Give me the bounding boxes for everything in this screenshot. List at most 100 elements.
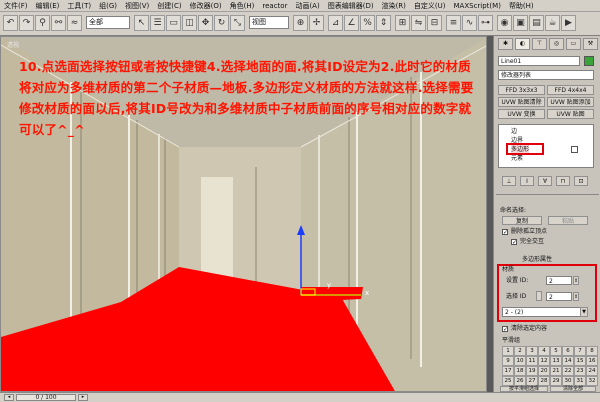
pivot-center-icon[interactable]: ⊕ [293, 15, 308, 31]
window-crossing-icon[interactable]: ◫ [182, 15, 197, 31]
sg-button[interactable]: 31 [574, 376, 586, 386]
full-interact-checkbox[interactable]: ✓ [511, 239, 517, 246]
object-name-field[interactable]: Line01 [498, 56, 580, 66]
sg-button[interactable]: 7 [574, 346, 586, 356]
select-scale-icon[interactable]: ⤡ [230, 15, 245, 31]
sg-button[interactable]: 4 [538, 346, 550, 356]
sg-button[interactable]: 15 [574, 356, 586, 366]
sg-button[interactable]: 27 [526, 376, 538, 386]
select-id-field[interactable]: 2 [546, 292, 572, 301]
paste-button[interactable]: 粘贴 [548, 216, 588, 225]
sg-button[interactable]: 24 [586, 366, 598, 376]
viewport-label[interactable]: 透视 [7, 40, 19, 49]
link-icon[interactable]: ⚲ [35, 15, 50, 31]
sg-button[interactable]: 11 [526, 356, 538, 366]
sg-button[interactable]: 5 [550, 346, 562, 356]
sg-button[interactable]: 9 [502, 356, 514, 366]
bind-space-warp-icon[interactable]: ≈ [67, 15, 82, 31]
configure-sets-icon[interactable]: ⊡ [574, 176, 588, 186]
mirror-icon[interactable]: ⇋ [411, 15, 426, 31]
modify-tab-icon[interactable]: ◐ [515, 38, 530, 50]
utilities-tab-icon[interactable]: ⚒ [583, 38, 598, 50]
percent-snap-icon[interactable]: % [360, 15, 375, 31]
motion-tab-icon[interactable]: ◎ [549, 38, 564, 50]
render-setup-icon[interactable]: ▣ [513, 15, 528, 31]
time-slider[interactable]: 0 / 100 [16, 394, 76, 401]
sg-button[interactable]: 28 [538, 376, 550, 386]
uvw-clear-button[interactable]: UVW 贴图清除 [498, 97, 545, 107]
menu-item[interactable]: 视图(V) [121, 0, 153, 12]
menu-item[interactable]: MAXScript(M) [450, 0, 505, 12]
copy-button[interactable]: 复制 [502, 216, 542, 225]
poly-props-rollout[interactable]: 多边形属性 [522, 255, 552, 264]
schematic-view-icon[interactable]: ⊶ [478, 15, 493, 31]
clear-selection-checkbox[interactable]: ✓ [502, 326, 508, 333]
sg-button[interactable]: 8 [586, 346, 598, 356]
sg-button[interactable]: 1 [502, 346, 514, 356]
sg-button[interactable]: 2 [514, 346, 526, 356]
sg-button[interactable]: 30 [562, 376, 574, 386]
pin-stack-icon[interactable]: ⊥ [502, 176, 516, 186]
perspective-viewport[interactable]: x y 透视 10.点选面选择按钮或者按快捷键4.选择地面的面.将其ID设定为2… [0, 36, 487, 392]
menu-item[interactable]: 动画(A) [291, 0, 323, 12]
curve-editor-icon[interactable]: ∿ [462, 15, 477, 31]
make-unique-icon[interactable]: ∀ [538, 176, 552, 186]
stack-checkbox[interactable] [571, 146, 578, 153]
select-id-spinner[interactable]: ⇕ [573, 292, 579, 301]
modifier-list-dropdown[interactable]: 修改器列表 [498, 70, 594, 80]
sg-button[interactable]: 18 [514, 366, 526, 376]
sg-button[interactable]: 12 [538, 356, 550, 366]
sg-button[interactable]: 29 [550, 376, 562, 386]
remove-modifier-icon[interactable]: ⊓ [556, 176, 570, 186]
menu-item[interactable]: 修改器(O) [186, 0, 226, 12]
sg-button[interactable]: 3 [526, 346, 538, 356]
select-id-button[interactable] [536, 291, 542, 301]
prev-frame-icon[interactable]: ◂ [4, 394, 14, 401]
sg-button[interactable]: 19 [526, 366, 538, 376]
align-icon[interactable]: ⊟ [427, 15, 442, 31]
sg-button[interactable]: 26 [514, 376, 526, 386]
region-select-icon[interactable]: ▭ [166, 15, 181, 31]
menu-item[interactable]: 图表编辑器(D) [324, 0, 378, 12]
display-tab-icon[interactable]: ▭ [566, 38, 581, 50]
show-end-result-icon[interactable]: Ⅰ [520, 176, 534, 186]
selection-filter-dropdown[interactable]: 全部 [86, 16, 130, 29]
sg-button[interactable]: 23 [574, 366, 586, 376]
menu-item[interactable]: 渲染(R) [378, 0, 410, 12]
sg-button[interactable]: 13 [550, 356, 562, 366]
reference-coord-dropdown[interactable]: 视图 [249, 16, 289, 29]
sg-button[interactable]: 6 [562, 346, 574, 356]
ffd-333-button[interactable]: FFD 3x3x3 [498, 85, 545, 95]
stack-item-element[interactable]: 元素 [511, 154, 523, 163]
chevron-down-icon[interactable]: ▼ [580, 307, 588, 317]
sg-button[interactable]: 14 [562, 356, 574, 366]
ffd-444-button[interactable]: FFD 4x4x4 [547, 85, 594, 95]
menu-item[interactable]: 创建(C) [153, 0, 185, 12]
redo-icon[interactable]: ↷ [19, 15, 34, 31]
uvw-add-button[interactable]: UVW 贴图添加 [547, 97, 594, 107]
render-frame-icon[interactable]: ▤ [529, 15, 544, 31]
spinner-snap-icon[interactable]: ⇕ [376, 15, 391, 31]
sg-button[interactable]: 20 [538, 366, 550, 376]
sg-button[interactable]: 21 [550, 366, 562, 376]
select-move-icon[interactable]: ✥ [198, 15, 213, 31]
sg-button[interactable]: 16 [586, 356, 598, 366]
quick-render-icon[interactable]: ☕ [545, 15, 560, 31]
named-selection-icon[interactable]: ⊞ [395, 15, 410, 31]
delete-isolated-checkbox[interactable]: ✓ [502, 229, 508, 236]
undo-icon[interactable]: ↶ [3, 15, 18, 31]
sg-button[interactable]: 32 [586, 376, 598, 386]
uvw-map-button[interactable]: UVW 贴图 [547, 109, 594, 119]
render-last-icon[interactable]: ▶ [561, 15, 576, 31]
select-object-icon[interactable]: ↖ [134, 15, 149, 31]
create-tab-icon[interactable]: ✱ [498, 38, 513, 50]
angle-snap-icon[interactable]: ∠ [344, 15, 359, 31]
unlink-icon[interactable]: ⚯ [51, 15, 66, 31]
set-id-field[interactable]: 2 [546, 276, 572, 285]
uvw-xform-button[interactable]: UVW 变换 [498, 109, 545, 119]
select-rotate-icon[interactable]: ↻ [214, 15, 229, 31]
manipulate-icon[interactable]: ✢ [309, 15, 324, 31]
sg-button[interactable]: 22 [562, 366, 574, 376]
snap-toggle-icon[interactable]: ⊿ [328, 15, 343, 31]
submaterial-dropdown[interactable]: 2 - (2) [502, 307, 588, 317]
